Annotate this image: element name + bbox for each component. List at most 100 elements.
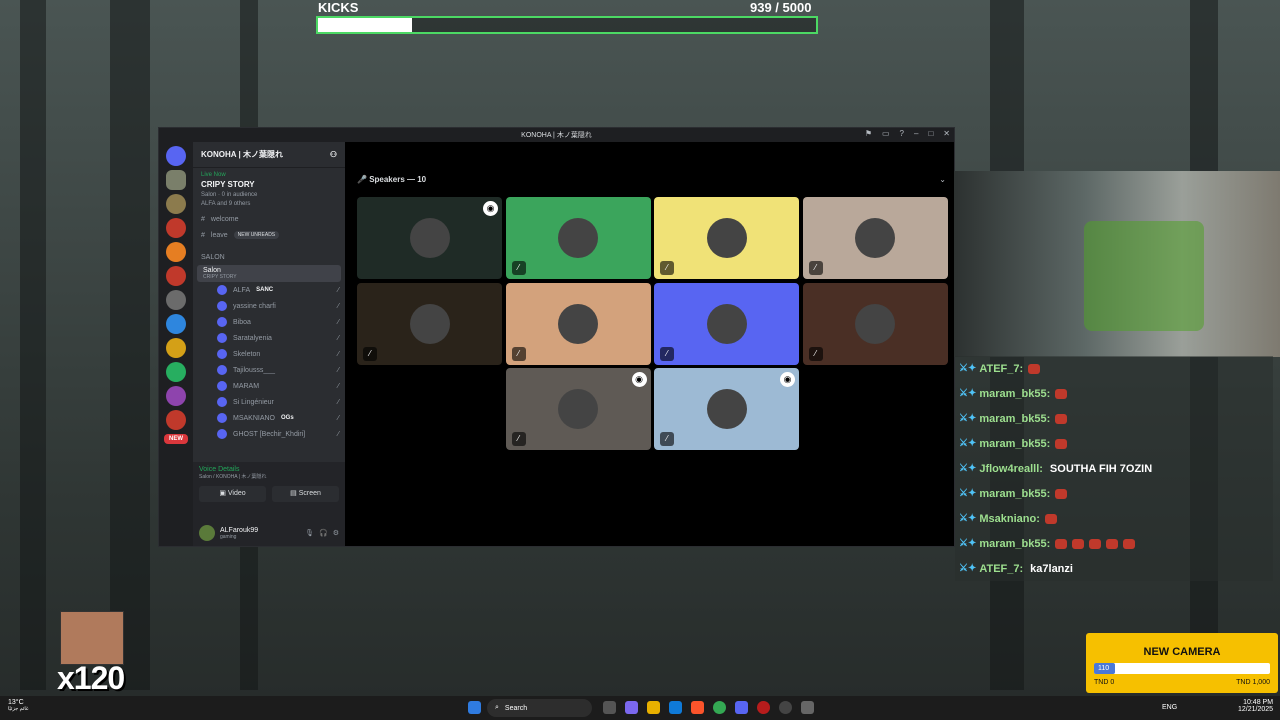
chat-message: ⚔✦ maram_bk55: (955, 406, 1273, 431)
server-icon[interactable] (166, 290, 186, 310)
member-avatar (217, 285, 227, 295)
help-icon[interactable]: ? (900, 129, 904, 138)
add-member-icon[interactable]: ⚇ (330, 150, 337, 159)
speaker-tile[interactable]: ⁄ (505, 282, 651, 365)
clock-time: 10:48 PM (1243, 699, 1274, 706)
chat-username[interactable]: maram_bk55: (979, 488, 1050, 500)
discord-icon[interactable] (735, 701, 748, 714)
language-indicator[interactable]: ENG (1162, 704, 1177, 711)
channel-welcome[interactable]: # welcome (193, 211, 345, 227)
channel-sidebar: KONOHA | 木ノ葉隠れ ⚇ Live Now CRIPY STORY Sa… (193, 142, 345, 546)
voice-member[interactable]: yassine charfi ⁄ (193, 298, 345, 314)
settings-icon[interactable]: ⚙ (333, 529, 339, 537)
goal-end: TND 1,000 (1236, 679, 1270, 686)
copilot-icon[interactable] (625, 701, 638, 714)
chat-username[interactable]: maram_bk55: (979, 413, 1050, 425)
server-icon[interactable] (166, 218, 186, 238)
inbox-icon[interactable]: ⚑ (865, 129, 872, 138)
voice-member[interactable]: Si Lingénieur ⁄ (193, 394, 345, 410)
speaker-tile[interactable]: ⁄ (505, 197, 651, 279)
server-icon[interactable] (166, 266, 186, 286)
voice-member[interactable]: Skeleton ⁄ (193, 346, 345, 362)
brave-icon[interactable] (691, 701, 704, 714)
mic-icon[interactable]: 🎙 (305, 529, 314, 537)
edge-icon[interactable] (669, 701, 682, 714)
voice-member[interactable]: MSAKNIANO OGs ⁄ (193, 410, 345, 426)
channel-leave[interactable]: # leave NEW UNREADS (193, 227, 345, 243)
voice-details-link[interactable]: Voice Details (199, 466, 339, 473)
screen-label: Screen (298, 490, 321, 497)
discord-home-icon[interactable] (166, 146, 186, 166)
live-stage-card[interactable]: Live Now CRIPY STORY Salon · 0 in audien… (193, 168, 345, 211)
server-icon[interactable] (166, 410, 186, 430)
speaker-tile[interactable]: ◉ (357, 197, 502, 279)
weather-widget[interactable]: 13°C غائم جزئيًا (8, 699, 29, 712)
new-unreads-pill[interactable]: NEW UNREADS (233, 231, 280, 239)
server-header[interactable]: KONOHA | 木ノ葉隠れ ⚇ (193, 142, 345, 168)
combo-counter: x120 (57, 660, 125, 696)
chat-message: ⚔✦ maram_bk55: (955, 481, 1273, 506)
chat-message: ⚔✦ Msakniano: (955, 506, 1273, 531)
chat-username[interactable]: Jflow4realll: (979, 463, 1043, 475)
voice-channel-salon[interactable]: Salon CRIPY STORY (197, 265, 341, 282)
moderator-badge-icon: ◉ (780, 372, 795, 387)
search-label: Search (504, 704, 528, 712)
file-explorer-icon[interactable] (647, 701, 660, 714)
server-icon[interactable] (166, 170, 186, 190)
headphones-icon[interactable]: 🎧 (319, 529, 328, 537)
voice-member[interactable]: GHOST [Bechir_Khdiri] ⁄ (193, 426, 345, 442)
clock-date: 12/21/2025 (1238, 706, 1274, 713)
chat-username[interactable]: ATEF_7: (979, 363, 1023, 375)
speaker-tile[interactable]: ⁄ (802, 197, 948, 279)
goal-progress-bar: 110 (1094, 663, 1270, 674)
server-icon[interactable] (166, 362, 186, 382)
app-icon[interactable] (801, 701, 814, 714)
user-avatar[interactable] (199, 525, 215, 541)
speaker-tile[interactable]: ⁄ (802, 282, 948, 365)
server-icon[interactable] (166, 386, 186, 406)
app-icon[interactable] (757, 701, 770, 714)
maximize-button[interactable]: □ (928, 129, 933, 138)
speaker-tile[interactable]: ⁄ (654, 282, 799, 365)
chat-username[interactable]: maram_bk55: (979, 538, 1050, 550)
live-label: Live Now (201, 172, 226, 178)
speaker-tile[interactable]: ⁄ ◉ (505, 368, 651, 450)
voice-member[interactable]: Biboa ⁄ (193, 314, 345, 330)
video-button[interactable]: ▣ Video (199, 486, 266, 502)
chat-username[interactable]: maram_bk55: (979, 438, 1050, 450)
chevron-down-icon[interactable]: ⌄ (939, 175, 946, 184)
server-icon[interactable] (166, 314, 186, 334)
task-view-icon[interactable] (603, 701, 616, 714)
clock[interactable]: 10:48 PM 12/21/2025 (1238, 699, 1273, 713)
speaker-tile[interactable]: ⁄ ◉ (654, 368, 799, 450)
category-salon[interactable]: SALON (193, 249, 345, 265)
muted-mic-icon: ⁄ (660, 432, 674, 446)
server-icon[interactable] (166, 194, 186, 214)
obs-icon[interactable] (779, 701, 792, 714)
muted-mic-icon: ⁄ (511, 346, 526, 361)
windows-start-icon[interactable] (468, 701, 481, 714)
screen-share-button[interactable]: ▤ Screen (272, 486, 339, 502)
chat-emote (1044, 513, 1057, 524)
screen-icon[interactable]: ▭ (882, 129, 890, 138)
voice-member[interactable]: ALFA SANC ⁄ (193, 282, 345, 298)
member-tag: OGs (281, 415, 294, 421)
speaker-tile[interactable]: ⁄ (654, 197, 799, 279)
chat-username[interactable]: Msakniano: (979, 513, 1040, 525)
voice-member[interactable]: MARAM ⁄ (193, 378, 345, 394)
server-icon[interactable] (166, 242, 186, 262)
speaker-tile[interactable]: ⁄ (357, 282, 502, 365)
window-title: KONOHA | 木ノ葉隠れ (521, 132, 592, 139)
close-button[interactable]: ✕ (943, 129, 950, 138)
member-avatar (217, 301, 227, 311)
voice-member[interactable]: Tajilousss___ ⁄ (193, 362, 345, 378)
goal-widget: NEW CAMERA 110 TND 0 TND 1,000 (1086, 633, 1278, 693)
chat-username[interactable]: maram_bk55: (979, 388, 1050, 400)
stage-meta: Salon · 0 in audience (201, 192, 258, 198)
chat-username[interactable]: ATEF_7: (979, 563, 1023, 575)
minimize-button[interactable]: – (914, 129, 918, 138)
voice-member[interactable]: Saratalyenia ⁄ (193, 330, 345, 346)
chrome-icon[interactable] (713, 701, 726, 714)
taskbar-search[interactable]: ⌕ Search (487, 699, 592, 717)
server-icon[interactable] (166, 338, 186, 358)
